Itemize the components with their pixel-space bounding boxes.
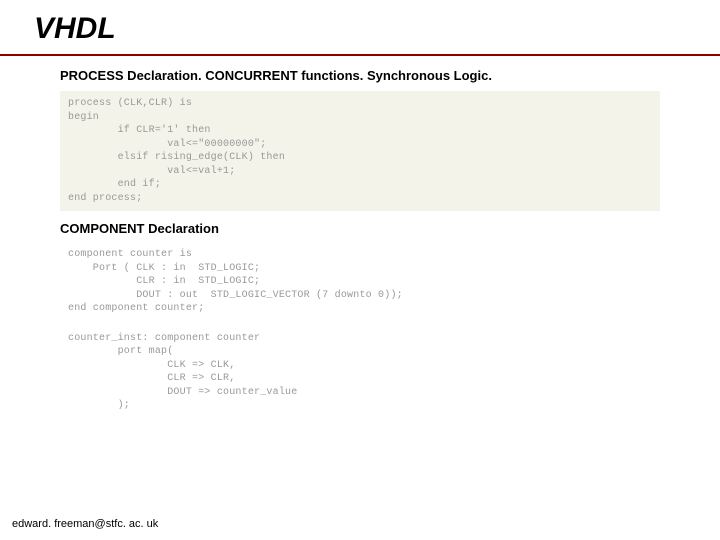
content-area: PROCESS Declaration. CONCURRENT function…	[0, 68, 720, 417]
page-title: VHDL	[0, 12, 720, 54]
title-underline	[0, 54, 720, 56]
heading-process: PROCESS Declaration. CONCURRENT function…	[60, 68, 660, 83]
slide: VHDL PROCESS Declaration. CONCURRENT fun…	[0, 0, 720, 540]
footer-email: edward. freeman@stfc. ac. uk	[12, 518, 158, 530]
code-process: process (CLK,CLR) is begin if CLR='1' th…	[60, 91, 660, 211]
heading-component: COMPONENT Declaration	[60, 221, 660, 236]
code-component-decl: component counter is Port ( CLK : in STD…	[60, 244, 660, 320]
code-component-inst: counter_inst: component counter port map…	[60, 328, 660, 417]
